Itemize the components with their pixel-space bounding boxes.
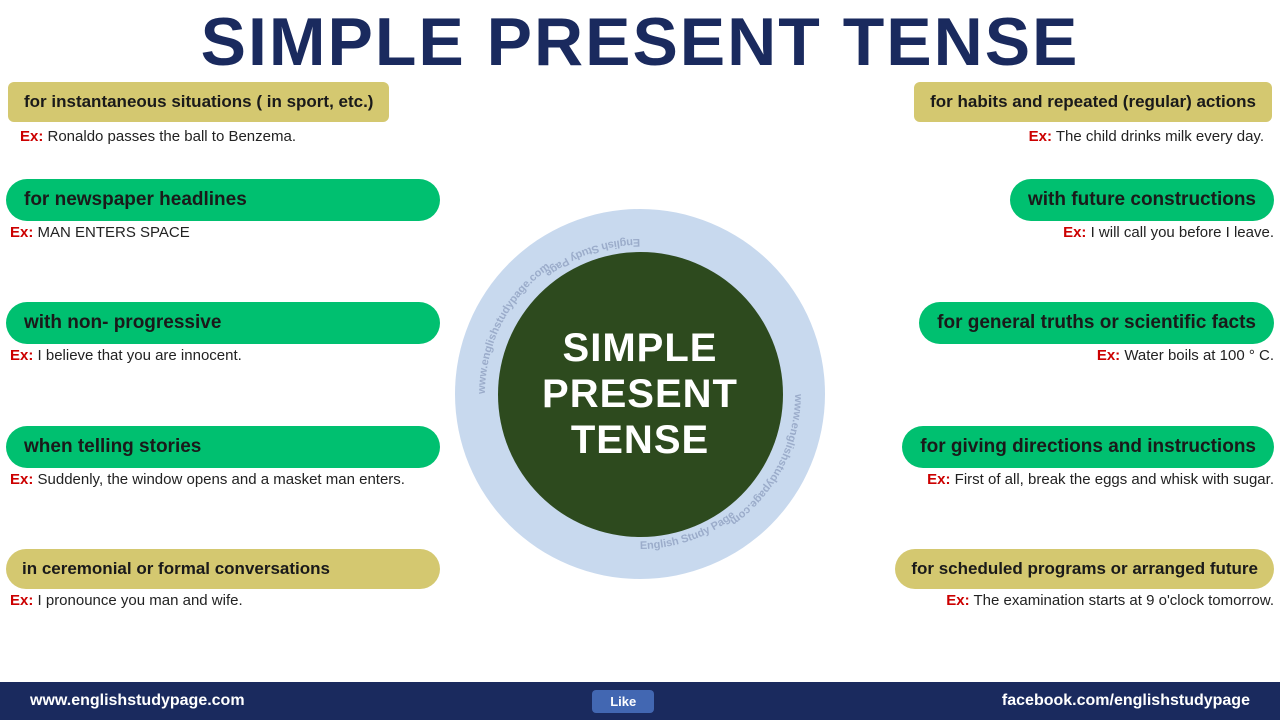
row4-right-ex-label: Ex: [946,592,969,609]
row4-left-ex-label: Ex: [10,592,33,609]
row2-left-ex-label: Ex: [10,347,33,364]
row1-right-section: with future constructions Ex: I will cal… [1010,179,1274,241]
row3-left-ex-text: Suddenly, the window opens and a masket … [33,471,405,488]
footer-bar: www.englishstudypage.com Like facebook.c… [0,682,1280,720]
top-right-label-box: for habits and repeated (regular) action… [914,82,1272,122]
row4-right-example: Ex: The examination starts at 9 o'clock … [942,592,1274,609]
row2-right-label: for general truths or scientific facts [919,302,1274,344]
row1-left-ex-text: MAN ENTERS SPACE [33,224,189,241]
outer-circle: www.englishstudypage.com www.englishstud… [455,209,825,579]
row1-right-ex-text: I will call you before I leave. [1086,224,1274,241]
top-right-ex-text: The child drinks milk every day. [1052,128,1264,145]
top-examples-row: Ex: Ronaldo passes the ball to Benzema. … [0,122,1280,147]
inner-circle: SIMPLE PRESENT TENSE [498,252,783,537]
row3-right-example: Ex: First of all, break the eggs and whi… [923,471,1274,488]
row2-right-ex-text: Water boils at 100 ° C. [1120,347,1274,364]
page-wrapper: SIMPLE PRESENT TENSE for instantaneous s… [0,0,1280,720]
top-left-ex-label: Ex: [20,128,43,145]
row3-left-ex-label: Ex: [10,471,33,488]
row4-left-section: in ceremonial or formal conversations Ex… [6,549,440,609]
row2-left-example: Ex: I believe that you are innocent. [6,347,440,364]
row1-left-section: for newspaper headlines Ex: MAN ENTERS S… [6,179,440,241]
row3-right-label: for giving directions and instructions [902,426,1274,468]
top-right-example: Ex: The child drinks milk every day. [1025,128,1264,145]
row1-left-example: Ex: MAN ENTERS SPACE [6,224,440,241]
row3-left-label: when telling stories [6,426,440,468]
row3-right-section: for giving directions and instructions E… [902,426,1274,488]
center-circle-container: www.englishstudypage.com www.englishstud… [455,209,825,579]
top-left-example: Ex: Ronaldo passes the ball to Benzema. [16,128,296,145]
row2-left-ex-text: I believe that you are innocent. [33,347,241,364]
row4-right-label: for scheduled programs or arranged futur… [895,549,1274,589]
row2-right-ex-label: Ex: [1097,347,1120,364]
row4-left-example: Ex: I pronounce you man and wife. [6,592,440,609]
row1-right-example: Ex: I will call you before I leave. [1059,224,1274,241]
row4-right-section: for scheduled programs or arranged futur… [895,549,1274,609]
like-button[interactable]: Like [592,690,654,713]
row3-left-example: Ex: Suddenly, the window opens and a mas… [6,471,440,488]
row2-left-section: with non- progressive Ex: I believe that… [6,302,440,364]
row1-left-label: for newspaper headlines [6,179,440,221]
row4-left-ex-text: I pronounce you man and wife. [33,592,242,609]
row2-right-section: for general truths or scientific facts E… [919,302,1274,364]
row1-right-label: with future constructions [1010,179,1274,221]
footer-left-text: www.englishstudypage.com [30,692,245,710]
row3-right-ex-text: First of all, break the eggs and whisk w… [951,471,1275,488]
row3-left-section: when telling stories Ex: Suddenly, the w… [6,426,440,488]
top-right-ex-label: Ex: [1029,128,1052,145]
row3-right-ex-label: Ex: [927,471,950,488]
right-column: with future constructions Ex: I will cal… [840,149,1280,639]
left-column: for newspaper headlines Ex: MAN ENTERS S… [0,149,440,639]
inner-circle-text: SIMPLE PRESENT TENSE [542,325,738,463]
row2-left-label: with non- progressive [6,302,440,344]
row4-right-ex-text: The examination starts at 9 o'clock tomo… [970,592,1274,609]
page-title: SIMPLE PRESENT TENSE [0,0,1280,80]
row2-right-example: Ex: Water boils at 100 ° C. [1093,347,1274,364]
footer-right-text: facebook.com/englishstudypage [1002,692,1250,710]
main-content-area: for newspaper headlines Ex: MAN ENTERS S… [0,149,1280,639]
top-labels-row: for instantaneous situations ( in sport,… [0,80,1280,122]
row1-right-ex-label: Ex: [1063,224,1086,241]
top-left-label-box: for instantaneous situations ( in sport,… [8,82,389,122]
row1-left-ex-label: Ex: [10,224,33,241]
row4-left-label: in ceremonial or formal conversations [6,549,440,589]
top-left-ex-text: Ronaldo passes the ball to Benzema. [43,128,296,145]
